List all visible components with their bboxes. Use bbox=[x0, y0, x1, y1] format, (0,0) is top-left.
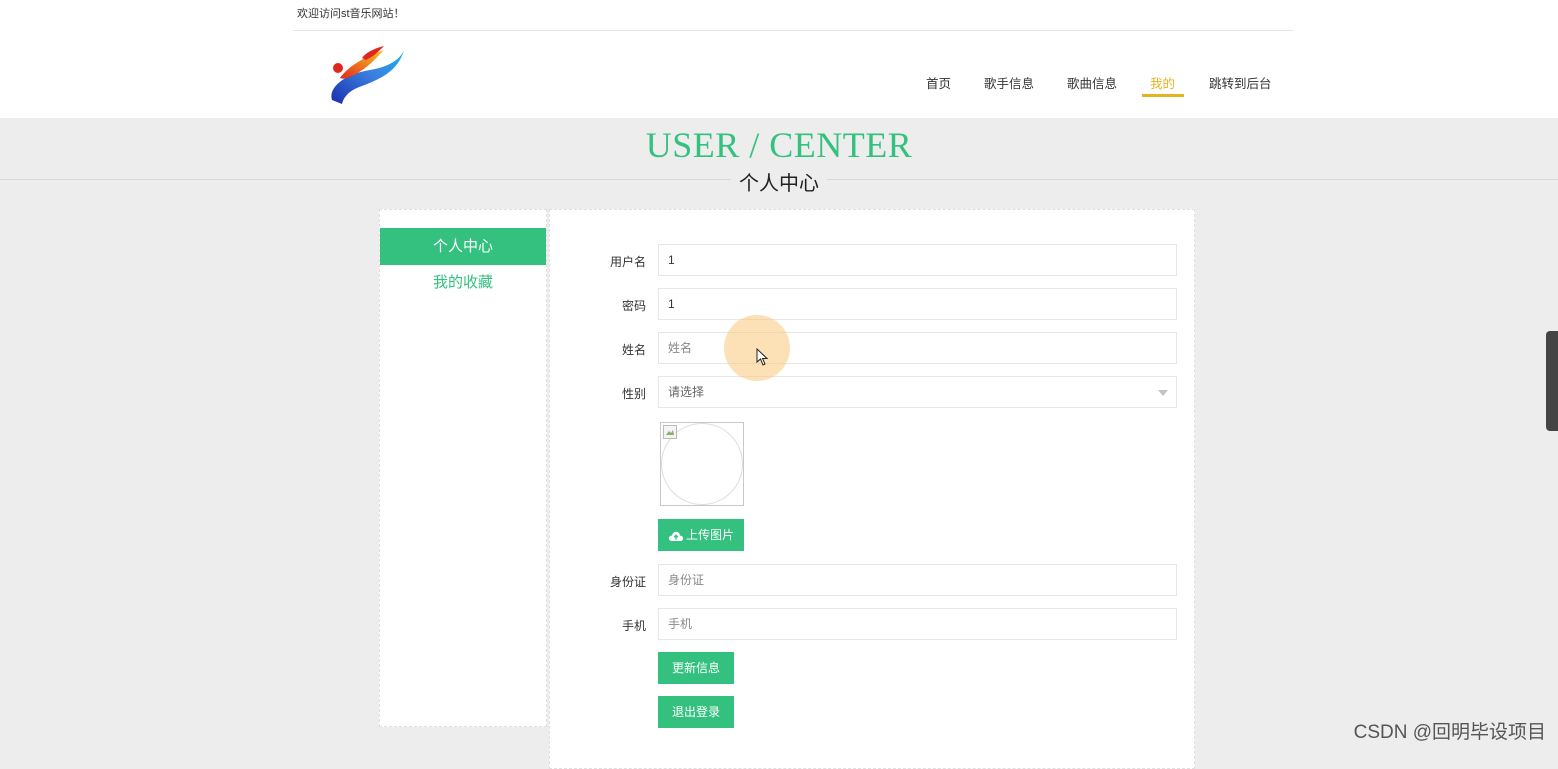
welcome-text: 欢迎访问st音乐网站！ bbox=[297, 8, 405, 20]
name-label: 姓名 bbox=[621, 343, 646, 357]
upload-image-label: 上传图片 bbox=[686, 528, 735, 542]
page-title-cn-wrap: 个人中心 bbox=[0, 167, 1558, 196]
nav-admin[interactable]: 跳转到后台 bbox=[1209, 73, 1272, 92]
scrollbar-handle[interactable] bbox=[1546, 331, 1558, 431]
avatar-preview bbox=[660, 422, 744, 506]
nav-home[interactable]: 首页 bbox=[926, 73, 951, 92]
broken-image-icon bbox=[663, 425, 677, 439]
page-title-cn: 个人中心 bbox=[731, 167, 827, 196]
site-header: 欢迎访问st音乐网站！ 首页 歌手信息 歌曲信息 我的 跳转到后台 bbox=[0, 0, 1558, 118]
id-card-input[interactable] bbox=[658, 564, 1177, 596]
sidebar-item-profile[interactable]: 个人中心 bbox=[380, 228, 546, 265]
nav-songs[interactable]: 歌曲信息 bbox=[1067, 73, 1117, 92]
user-sidebar: 个人中心 我的收藏 bbox=[379, 209, 547, 727]
gender-label: 性别 bbox=[621, 387, 646, 401]
nav-singers[interactable]: 歌手信息 bbox=[984, 73, 1034, 92]
mouse-cursor-icon bbox=[756, 348, 769, 366]
id-card-label: 身份证 bbox=[609, 575, 646, 589]
site-logo[interactable] bbox=[326, 44, 406, 106]
password-input[interactable] bbox=[658, 288, 1177, 320]
update-info-button[interactable]: 更新信息 bbox=[658, 652, 735, 684]
phone-input[interactable] bbox=[658, 608, 1177, 640]
nav-mine[interactable]: 我的 bbox=[1150, 73, 1175, 92]
upload-image-button[interactable]: 上传图片 bbox=[658, 519, 745, 551]
chevron-down-icon bbox=[1158, 390, 1168, 396]
logout-button[interactable]: 退出登录 bbox=[658, 696, 735, 728]
page-title-en: USER / CENTER bbox=[645, 125, 913, 165]
sidebar-item-favorites[interactable]: 我的收藏 bbox=[380, 264, 546, 301]
watermark: CSDN @回明毕设项目 bbox=[1353, 722, 1546, 743]
username-input[interactable] bbox=[658, 244, 1177, 276]
cloud-upload-icon bbox=[668, 531, 684, 541]
password-label: 密码 bbox=[621, 299, 646, 313]
username-label: 用户名 bbox=[609, 255, 646, 269]
phone-label: 手机 bbox=[621, 619, 646, 633]
gender-select-value: 请选择 bbox=[668, 385, 705, 399]
header-divider bbox=[293, 30, 1294, 31]
profile-form-panel: 用户名 密码 姓名 性别 请选择 上传图片 身份证 手机 更新信息 退出登录 bbox=[549, 209, 1195, 769]
gender-select[interactable]: 请选择 bbox=[658, 376, 1177, 408]
nav-active-underline bbox=[1142, 94, 1184, 97]
